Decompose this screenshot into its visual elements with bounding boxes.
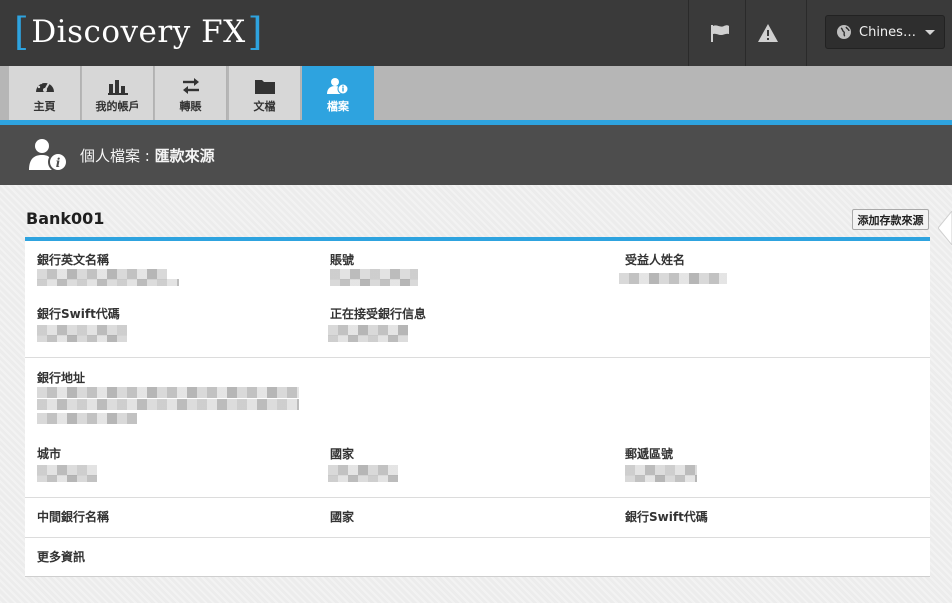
bar-chart-icon [107, 77, 129, 95]
field-label-country: 國家 [330, 447, 355, 461]
row-divider [25, 357, 930, 358]
row-divider [25, 497, 930, 498]
dashboard-icon [34, 77, 56, 95]
field-label-bank-swift-code: 銀行Swift代碼 [37, 307, 120, 321]
page-title-prefix: 個人檔案 : [80, 147, 155, 165]
field-label-bank-address: 銀行地址 [37, 371, 86, 385]
redacted-value [37, 399, 299, 410]
page-title: 個人檔案 : 匯款來源 [80, 145, 215, 166]
flag-icon[interactable] [707, 20, 733, 46]
field-label-intermediary-bank-name: 中間銀行名稱 [37, 510, 110, 524]
tab-label: 主頁 [33, 100, 56, 113]
field-label-beneficiary-name: 受益人姓名 [625, 253, 686, 267]
redacted-value [37, 279, 179, 286]
tab-label: 我的帳戶 [95, 100, 140, 113]
svg-text:i: i [56, 156, 61, 170]
field-label-receiving-bank-info: 正在接受銀行信息 [330, 307, 427, 321]
redacted-value [37, 475, 97, 482]
tab-profile[interactable]: 檔案 [302, 66, 374, 128]
tab-my-account[interactable]: 我的帳戶 [82, 66, 154, 120]
logo-bracket-open: [ [14, 10, 30, 54]
page-header: i 個人檔案 : 匯款來源 [0, 125, 952, 185]
tab-home[interactable]: 主頁 [9, 66, 81, 120]
logo[interactable]: [ Discovery FX ] [14, 10, 263, 54]
chevron-down-icon [925, 30, 935, 35]
logo-bracket-close: ] [247, 10, 263, 54]
redacted-value [625, 475, 697, 482]
top-bar: [ Discovery FX ] Chines… [0, 0, 952, 66]
side-panel-toggle[interactable] [938, 211, 952, 245]
tab-documents[interactable]: 文檔 [229, 66, 301, 120]
redacted-value [37, 413, 137, 424]
folder-icon [254, 77, 276, 95]
field-label-city: 城市 [37, 447, 62, 461]
tab-label: 轉賬 [179, 100, 202, 113]
field-label-account-number: 賬號 [330, 253, 355, 267]
redacted-value [328, 335, 408, 342]
topbar-divider [806, 0, 807, 66]
row-divider [25, 537, 930, 538]
language-select[interactable]: Chines… [825, 15, 945, 49]
bank-name-heading: Bank001 [26, 209, 105, 228]
field-label-intermediary-swift-code: 銀行Swift代碼 [625, 510, 708, 524]
tab-label: 檔案 [327, 100, 349, 113]
redacted-value [37, 387, 299, 398]
tab-label: 文檔 [253, 100, 276, 113]
tab-transfer[interactable]: 轉賬 [155, 66, 227, 120]
add-deposit-source-button[interactable]: 添加存款來源 [852, 209, 929, 230]
redacted-value [330, 279, 418, 286]
warning-icon[interactable] [755, 20, 781, 46]
topbar-divider [688, 0, 689, 66]
transfer-icon [180, 77, 202, 95]
globe-icon [837, 25, 851, 39]
redacted-value [37, 335, 127, 342]
profile-info-icon [327, 77, 349, 95]
field-label-more-info: 更多資訊 [37, 550, 86, 564]
bank-details-card: 銀行英文名稱 賬號 受益人姓名 銀行Swift代碼 正在接受銀行信息 銀行地址 … [25, 237, 930, 577]
field-label-postal-code: 郵遞區號 [625, 447, 674, 461]
topbar-divider [745, 0, 746, 66]
main-content: Bank001 添加存款來源 銀行英文名稱 賬號 受益人姓名 銀行Swift代碼… [0, 185, 952, 603]
logo-text: Discovery FX [31, 14, 246, 50]
field-label-bank-english-name: 銀行英文名稱 [37, 253, 110, 267]
redacted-value [619, 273, 727, 284]
field-label-intermediary-country: 國家 [330, 510, 355, 524]
redacted-value [328, 475, 398, 482]
language-label: Chines… [859, 24, 916, 40]
page-title-bold: 匯款來源 [154, 147, 215, 165]
profile-info-icon: i [29, 139, 68, 172]
main-nav: 主頁 我的帳戶 轉賬 文檔 檔案 [0, 66, 952, 128]
